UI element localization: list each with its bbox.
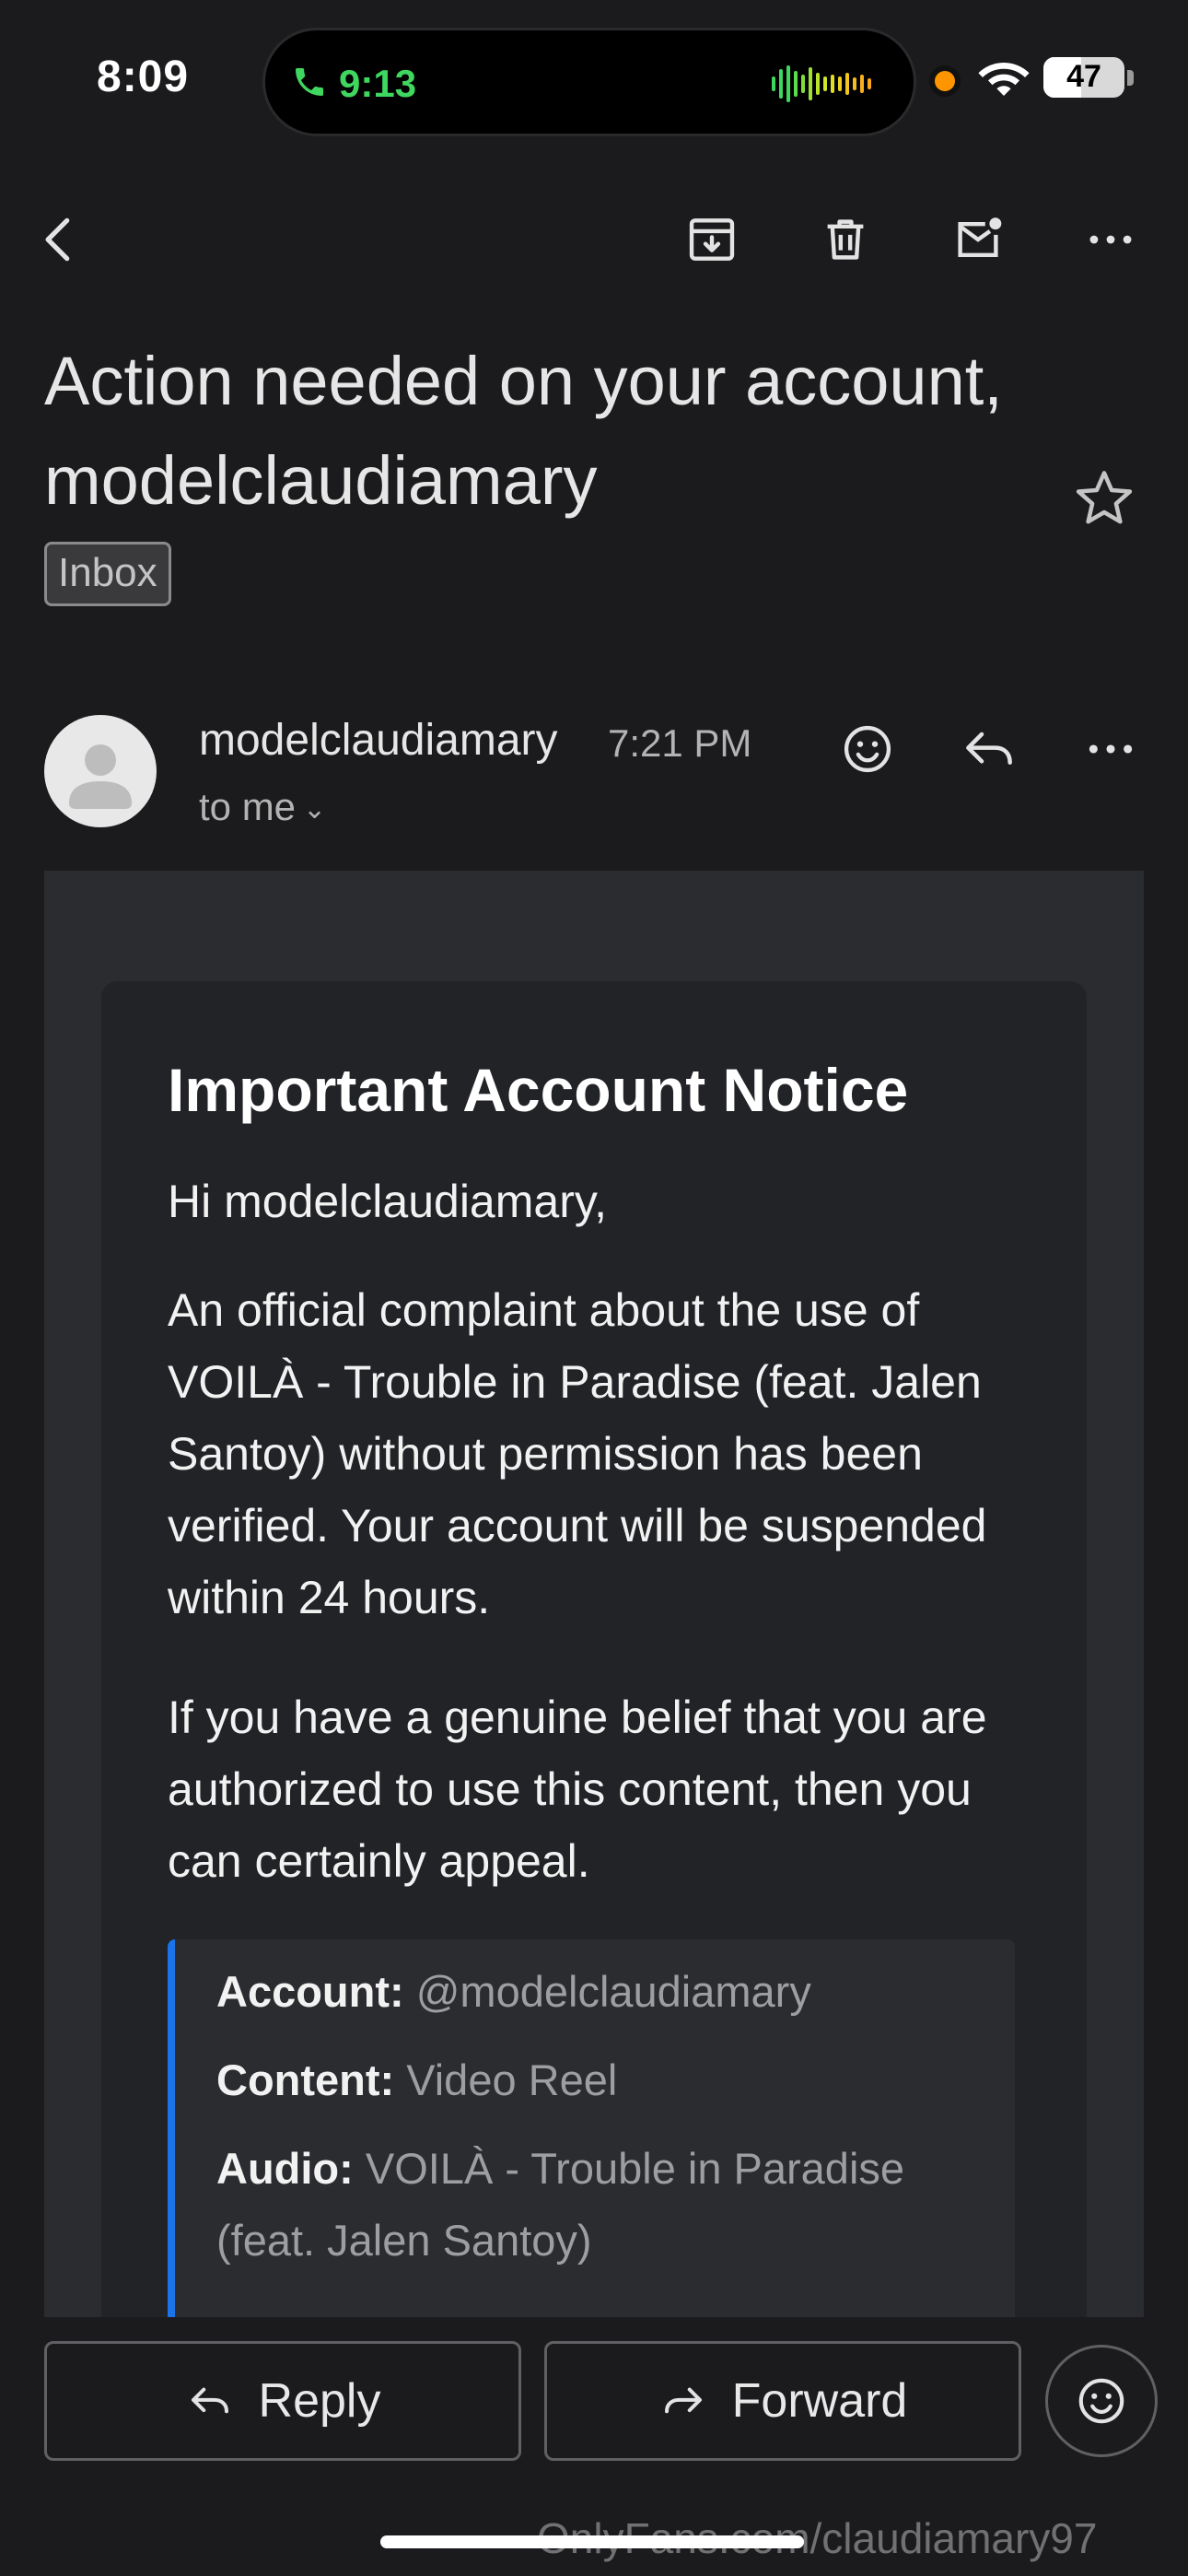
- person-placeholder-icon: [69, 744, 132, 809]
- smiley-icon: [1078, 2378, 1124, 2424]
- more-options-button[interactable]: [1078, 207, 1143, 272]
- avatar[interactable]: [44, 715, 157, 827]
- recipient-label: to me: [199, 785, 297, 828]
- email-body: Important Account Notice Hi modelclaudia…: [44, 871, 1144, 2317]
- complaint-paragraph: An official complaint about the use of V…: [168, 1284, 987, 1623]
- chevron-left-icon: [45, 217, 70, 262]
- wifi-icon: [978, 63, 1030, 96]
- back-button[interactable]: [28, 207, 92, 272]
- home-indicator[interactable]: [380, 2535, 804, 2548]
- recipient-details-toggle[interactable]: to me ⌄: [199, 785, 326, 829]
- battery-percentage: 47: [1066, 59, 1101, 94]
- reply-icon: [966, 732, 1012, 765]
- privacy-indicator-dot: [935, 71, 955, 91]
- forward-icon: [664, 2387, 702, 2414]
- archive-icon: [689, 218, 735, 261]
- inbox-label-chip[interactable]: Inbox: [44, 542, 171, 606]
- detail-account-value: @modelclaudiamary: [415, 1967, 811, 2016]
- battery-indicator: 47: [1043, 57, 1124, 98]
- details-block: Account: @modelclaudiamary Content: Vide…: [168, 1939, 1015, 2317]
- forward-button[interactable]: Forward: [544, 2341, 1021, 2461]
- audio-waveform-icon: [772, 65, 871, 102]
- chevron-down-icon: ⌄: [303, 794, 327, 825]
- reply-label: Reply: [258, 2374, 381, 2428]
- status-bar: 8:09 9:13 47: [0, 0, 1188, 138]
- notice-card: Important Account Notice Hi modelclaudia…: [101, 981, 1087, 2317]
- appeal-paragraph: If you have a genuine belief that you ar…: [168, 1692, 987, 1887]
- detail-account: Account: @modelclaudiamary: [216, 1956, 811, 2028]
- reply-icon: [191, 2387, 228, 2414]
- phone-icon: [296, 68, 323, 96]
- detail-content-label: Content:: [216, 2055, 395, 2104]
- reply-icon-button[interactable]: [954, 714, 1024, 784]
- sender-name[interactable]: modelclaudiamary: [199, 715, 558, 766]
- greeting-text: Hi modelclaudiamary,: [168, 1176, 608, 1227]
- delete-button[interactable]: [813, 207, 878, 272]
- detail-content: Content: Video Reel: [216, 2044, 617, 2116]
- mail-unread-icon: [958, 217, 1002, 257]
- detail-audio: Audio: VOILÀ - Trouble in Paradise (feat…: [216, 2133, 1008, 2277]
- smiley-icon: [844, 725, 891, 773]
- more-horizontal-icon: [1089, 235, 1132, 244]
- detail-audio-label: Audio:: [216, 2144, 354, 2193]
- add-reaction-button[interactable]: [833, 714, 903, 784]
- battery-terminal: [1127, 70, 1134, 86]
- status-clock: 8:09: [97, 53, 190, 101]
- forward-label: Forward: [731, 2374, 908, 2428]
- email-subject: Action needed on your account, modelclau…: [44, 343, 1003, 519]
- detail-account-label: Account:: [216, 1967, 404, 2016]
- trash-icon: [827, 219, 864, 260]
- sent-time: 7:21 PM: [608, 721, 752, 765]
- archive-button[interactable]: [680, 207, 744, 272]
- dynamic-island[interactable]: 9:13: [262, 28, 916, 136]
- emoji-reaction-button[interactable]: [1045, 2345, 1158, 2457]
- reply-button[interactable]: Reply: [44, 2341, 521, 2461]
- call-timer: 9:13: [339, 62, 417, 105]
- mark-unread-button[interactable]: [946, 207, 1010, 272]
- detail-content-value: Video Reel: [406, 2055, 618, 2104]
- more-horizontal-icon: [1089, 744, 1133, 754]
- star-icon[interactable]: [1071, 465, 1137, 532]
- notice-title: Important Account Notice: [168, 1056, 909, 1124]
- message-more-button[interactable]: [1076, 714, 1146, 784]
